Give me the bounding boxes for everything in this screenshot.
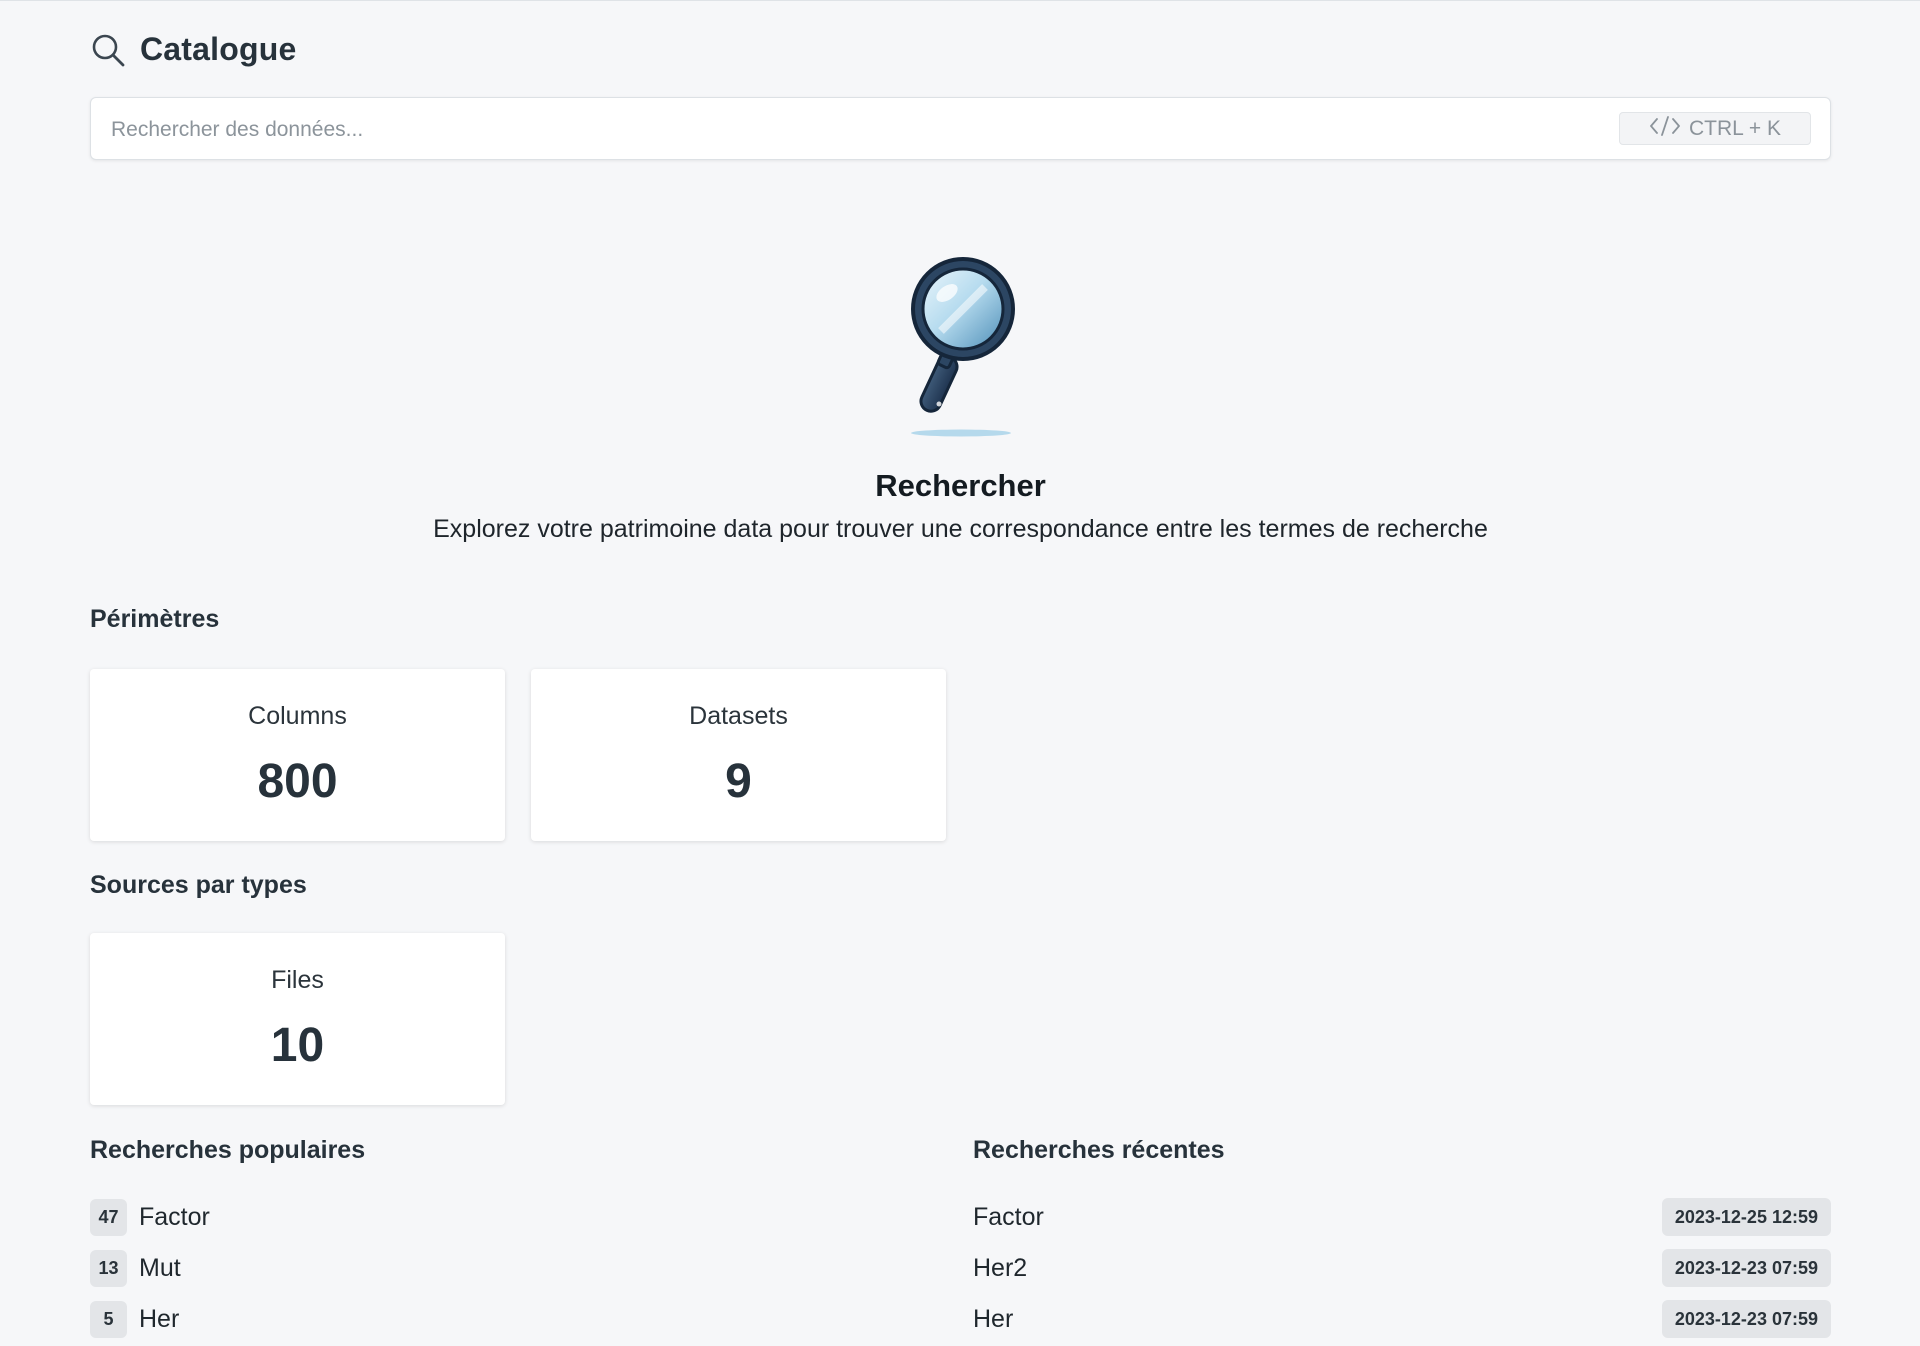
hero-subtitle: Explorez votre patrimoine data pour trou…: [433, 515, 1488, 543]
sources-title: Sources par types: [90, 871, 307, 899]
popular-search-item[interactable]: 5 Her: [90, 1299, 179, 1339]
recent-searches-title: Recherches récentes: [973, 1136, 1225, 1164]
date-badge: 2023-12-23 07:59: [1661, 1300, 1831, 1338]
magnifying-glass-illustration: [901, 253, 1021, 443]
hero-title: Rechercher: [875, 468, 1046, 503]
shortcut-label: CTRL + K: [1689, 116, 1781, 140]
stat-card-columns[interactable]: Columns 800: [90, 669, 505, 841]
popular-search-item[interactable]: 13 Mut: [90, 1248, 181, 1288]
date-badge: 2023-12-23 07:59: [1661, 1249, 1831, 1287]
stat-value: 800: [257, 755, 338, 808]
search-input[interactable]: [109, 98, 1613, 161]
stat-value: 10: [270, 1019, 325, 1072]
count-badge: 5: [90, 1300, 127, 1338]
recent-search-item[interactable]: Her2 2023-12-23 07:59: [973, 1248, 1831, 1288]
stat-label: Datasets: [689, 702, 788, 730]
search-term: Her2: [973, 1253, 1028, 1282]
catalogue-page: Catalogue CTRL + K: [0, 0, 1920, 1346]
date-badge: 2023-12-25 12:59: [1661, 1198, 1831, 1236]
count-badge: 13: [90, 1249, 127, 1287]
recent-search-item[interactable]: Her 2023-12-23 07:59: [973, 1299, 1831, 1339]
search-term: Her: [973, 1304, 1014, 1333]
stat-card-files[interactable]: Files 10: [90, 933, 505, 1105]
search-bar[interactable]: CTRL + K: [90, 97, 1831, 161]
search-term: Mut: [139, 1253, 181, 1282]
search-term: Her: [139, 1304, 180, 1333]
search-term: Factor: [973, 1202, 1044, 1231]
page-title: Catalogue: [140, 31, 297, 67]
perimeters-title: Périmètres: [90, 605, 220, 633]
stat-card-datasets[interactable]: Datasets 9: [531, 669, 946, 841]
recent-search-item[interactable]: Factor 2023-12-25 12:59: [973, 1197, 1831, 1237]
search-icon: [90, 32, 126, 68]
popular-searches-title: Recherches populaires: [90, 1136, 366, 1164]
count-badge: 47: [90, 1198, 127, 1236]
search-term: Factor: [139, 1202, 210, 1231]
popular-search-item[interactable]: 47 Factor: [90, 1197, 210, 1237]
stat-label: Files: [271, 966, 324, 994]
stat-label: Columns: [248, 702, 347, 730]
page-header: Catalogue: [90, 31, 297, 68]
code-icon: [1649, 115, 1681, 143]
keyboard-shortcut-hint[interactable]: CTRL + K: [1619, 112, 1811, 145]
stat-value: 9: [725, 755, 752, 808]
